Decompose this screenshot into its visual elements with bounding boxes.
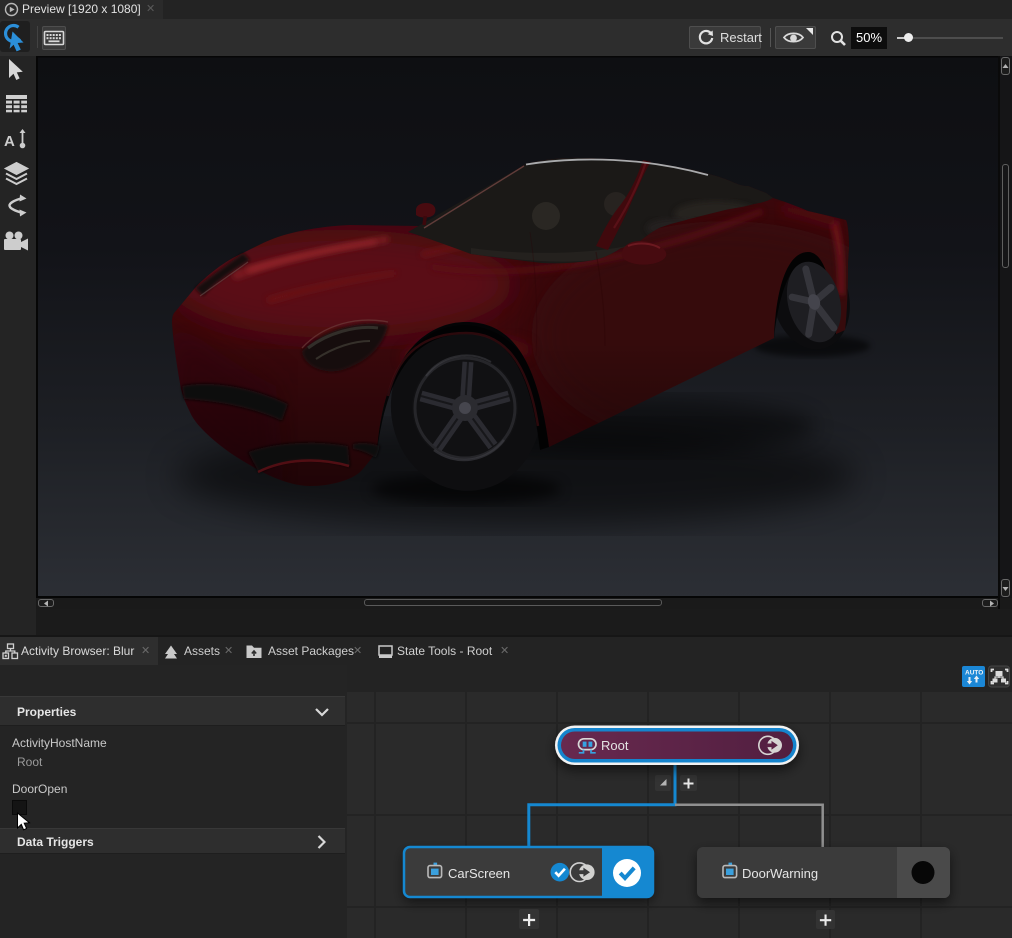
svg-text:CarScreen: CarScreen <box>448 866 510 881</box>
svg-text:A: A <box>4 133 15 150</box>
svg-text:AUTO: AUTO <box>965 670 983 677</box>
svg-text:DoorWarning: DoorWarning <box>742 866 818 881</box>
svg-text:Root: Root <box>601 738 629 753</box>
